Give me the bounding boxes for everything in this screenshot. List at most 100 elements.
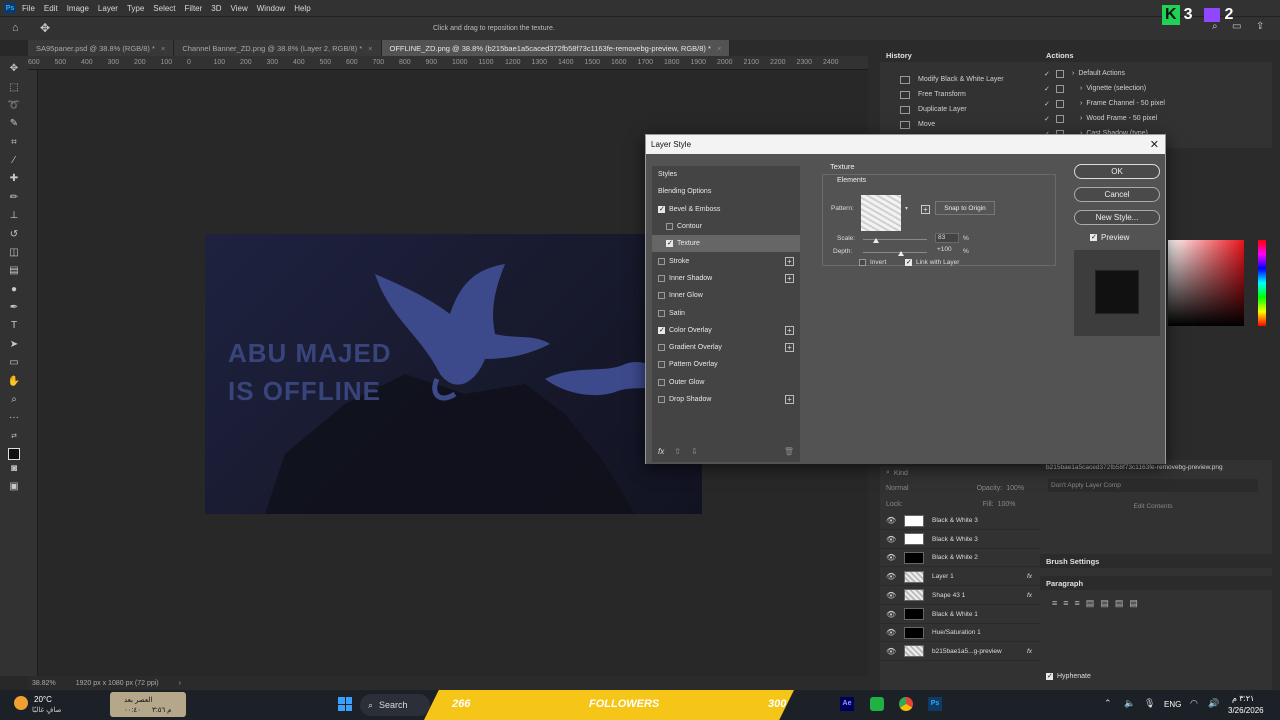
layer-row[interactable]: 👁 Black & White 3: [880, 531, 1040, 549]
eraser-tool-icon[interactable]: ◫: [7, 246, 21, 260]
home-icon[interactable]: ⌂: [12, 22, 19, 34]
style-item-outer-glow[interactable]: Outer Glow: [652, 374, 800, 391]
add-effect-icon[interactable]: +: [785, 395, 794, 404]
layer-row[interactable]: 👁 Black & White 3: [880, 512, 1040, 530]
pattern-dropdown-icon[interactable]: ▾: [905, 205, 908, 212]
foreground-color-swatch[interactable]: [8, 447, 20, 460]
style-checkbox[interactable]: ✓: [666, 240, 673, 248]
style-item-stroke[interactable]: Stroke +: [652, 252, 800, 269]
align-right-icon[interactable]: ≡: [1075, 598, 1080, 609]
menu-layer[interactable]: Layer: [98, 4, 118, 13]
chevron-right-icon[interactable]: ›: [1080, 85, 1082, 92]
menu-window[interactable]: Window: [257, 4, 285, 13]
scale-input[interactable]: 83: [935, 233, 959, 243]
style-item-bevel-emboss[interactable]: ✓ Bevel & Emboss: [652, 201, 800, 218]
type-tool-icon[interactable]: T: [7, 319, 21, 333]
speaker-icon[interactable]: 🔊: [1208, 698, 1219, 709]
visibility-eye-icon[interactable]: 👁: [886, 610, 896, 619]
taskbar-date[interactable]: 3/26/2026: [1228, 706, 1264, 715]
move-tool-icon[interactable]: ✥: [40, 21, 50, 35]
style-item-color-overlay[interactable]: ✓ Color Overlay +: [652, 322, 800, 339]
brush-settings-title[interactable]: Brush Settings: [1040, 554, 1272, 568]
gradient-tool-icon[interactable]: ▤: [7, 264, 21, 278]
document-tab[interactable]: SA95paner.psd @ 38.8% (RGB/8) * ×: [28, 40, 175, 56]
visibility-eye-icon[interactable]: 👁: [886, 647, 896, 656]
status-arrow-icon[interactable]: ›: [179, 680, 181, 687]
cancel-button[interactable]: Cancel: [1074, 187, 1160, 202]
taskbar-search[interactable]: ⌕ Search: [360, 694, 430, 716]
mic-icon[interactable]: 🎙: [1144, 698, 1155, 709]
action-item[interactable]: ✓ › Default Actions: [1040, 66, 1272, 81]
quick-mask-icon[interactable]: ◙: [7, 462, 21, 476]
eyedropper-tool-icon[interactable]: ⁄: [7, 154, 21, 168]
close-tab-icon[interactable]: ×: [368, 44, 372, 53]
wifi-icon[interactable]: ◠: [1190, 698, 1198, 709]
chevron-right-icon[interactable]: ›: [1072, 70, 1074, 77]
path-select-tool-icon[interactable]: ➤: [7, 338, 21, 352]
layer-fx-icon[interactable]: fx: [1027, 573, 1032, 580]
link-with-layer-checkbox[interactable]: ✓: [905, 259, 912, 266]
dialog-toggle-icon[interactable]: [1056, 84, 1064, 93]
close-icon[interactable]: ✕: [1150, 138, 1159, 151]
style-checkbox[interactable]: [658, 257, 665, 265]
add-effect-icon[interactable]: +: [785, 273, 794, 283]
history-item[interactable]: Modify Black & White Layer: [880, 72, 1040, 87]
layer-row[interactable]: 👁 Black & White 2: [880, 549, 1040, 568]
justify-left-icon[interactable]: ▤: [1086, 598, 1095, 609]
history-item[interactable]: Move: [880, 117, 1040, 132]
fx-icon[interactable]: fx: [658, 447, 664, 456]
checkmark-icon[interactable]: ✓: [1044, 85, 1056, 93]
move-down-icon[interactable]: ⇩: [691, 447, 698, 456]
add-effect-icon[interactable]: +: [785, 256, 794, 266]
add-effect-icon[interactable]: +: [785, 343, 794, 353]
add-effect-icon[interactable]: +: [785, 325, 794, 335]
menu-image[interactable]: Image: [67, 4, 89, 13]
photoshop-taskbar-icon[interactable]: Ps: [928, 697, 942, 711]
swap-colors-icon[interactable]: ⇄: [7, 430, 21, 444]
style-checkbox[interactable]: [658, 396, 665, 403]
close-tab-icon[interactable]: ×: [161, 44, 165, 53]
dialog-titlebar[interactable]: Layer Style ✕: [646, 135, 1165, 154]
style-checkbox[interactable]: [658, 344, 665, 352]
scale-slider[interactable]: [863, 238, 927, 243]
healing-brush-tool-icon[interactable]: ✚: [7, 172, 21, 186]
crop-tool-icon[interactable]: ⌗: [7, 136, 21, 150]
screen-mode-icon[interactable]: ▣: [7, 480, 21, 494]
style-item-blending-options[interactable]: Blending Options: [652, 183, 800, 200]
visibility-eye-icon[interactable]: 👁: [886, 628, 896, 637]
fill-value[interactable]: 100%: [998, 501, 1016, 508]
justify-all-icon[interactable]: ▤: [1129, 598, 1138, 609]
move-up-icon[interactable]: ⇧: [674, 447, 681, 456]
lasso-tool-icon[interactable]: ➰: [7, 99, 21, 113]
action-item[interactable]: ✓ › Vignette (selection): [1040, 81, 1272, 96]
depth-input[interactable]: +100: [935, 246, 959, 256]
style-item-gradient-overlay[interactable]: Gradient Overlay +: [652, 339, 800, 356]
checkmark-icon[interactable]: ✓: [1044, 115, 1056, 123]
dont-apply-layer-comp[interactable]: Don't Apply Layer Comp: [1048, 479, 1258, 492]
start-icon[interactable]: [338, 697, 352, 711]
workspace-icon[interactable]: ▭: [1232, 21, 1241, 32]
style-item-satin[interactable]: Satin: [652, 304, 800, 321]
history-brush-tool-icon[interactable]: ↺: [7, 228, 21, 242]
styles-header[interactable]: Styles: [652, 166, 800, 183]
dialog-toggle-icon[interactable]: [1056, 69, 1064, 78]
style-checkbox[interactable]: [658, 292, 665, 300]
style-item-contour[interactable]: Contour: [652, 218, 800, 235]
layer-row[interactable]: 👁 b215bae1a5...g-preview fx: [880, 643, 1040, 661]
color-field[interactable]: [1168, 240, 1244, 326]
justify-center-icon[interactable]: ▤: [1100, 598, 1109, 609]
dodge-tool-icon[interactable]: ●: [7, 283, 21, 297]
tray-chevron-icon[interactable]: ⌃: [1104, 698, 1112, 709]
blend-mode-select[interactable]: Normal: [886, 485, 909, 492]
share-icon[interactable]: ⇪: [1256, 21, 1264, 32]
close-tab-icon[interactable]: ×: [717, 44, 721, 53]
weather-desc[interactable]: صافٍ غالبًا: [32, 706, 61, 714]
checkmark-icon[interactable]: ✓: [1044, 70, 1056, 78]
align-center-icon[interactable]: ≡: [1063, 598, 1068, 609]
quick-select-tool-icon[interactable]: ✎: [7, 117, 21, 131]
invert-checkbox[interactable]: [859, 259, 866, 266]
menu-select[interactable]: Select: [153, 4, 175, 13]
style-checkbox[interactable]: [658, 309, 665, 317]
style-item-inner-glow[interactable]: Inner Glow: [652, 287, 800, 304]
after-effects-icon[interactable]: Ae: [840, 697, 854, 711]
